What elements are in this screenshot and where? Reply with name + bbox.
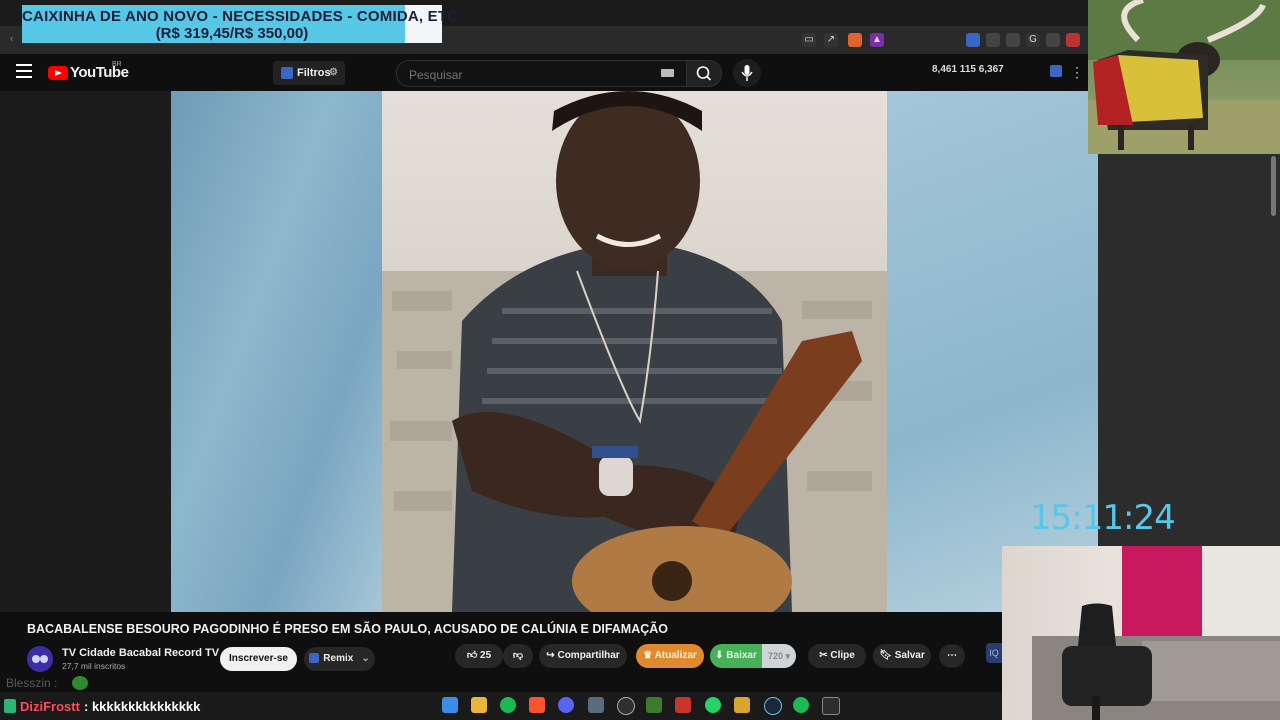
chat-text: : kkkkkkkkkkkkkkk (84, 699, 201, 714)
video-player[interactable] (171, 91, 1098, 612)
bull-illustration (1088, 0, 1280, 154)
brave-shields-icon[interactable] (848, 33, 862, 47)
iq-extension-icon[interactable] (1050, 65, 1062, 77)
spotify-icon[interactable] (500, 697, 516, 713)
like-button[interactable]: 👍︎ 25 (455, 644, 503, 668)
donation-title: CAIXINHA DE ANO NOVO - NECESSIDADES - CO… (22, 8, 463, 25)
calculator-icon[interactable] (588, 697, 604, 713)
extension-icon-4[interactable] (1046, 33, 1060, 47)
thumbs-down-icon: 👎︎ (512, 650, 524, 661)
download-icon: ⬇ (715, 650, 724, 661)
chat-badge-icon (4, 699, 16, 713)
youtube-logo-icon[interactable] (48, 66, 68, 80)
scissors-icon: ✂ (819, 650, 828, 661)
bookmark-icon: 🔖︎ (879, 650, 892, 661)
update-label: Atualizar (654, 650, 697, 661)
whatsapp-icon[interactable] (705, 697, 721, 713)
remix-icon (309, 653, 320, 664)
share-button[interactable]: ↪ Compartilhar (539, 644, 627, 668)
app-icon[interactable] (734, 697, 750, 713)
clip-button[interactable]: ✂ Clipe (808, 644, 866, 668)
obs-icon[interactable] (617, 697, 635, 715)
chat-user: Blesszin (6, 676, 51, 690)
search-box[interactable] (396, 60, 688, 88)
webcam-feed (1002, 546, 1280, 720)
brave-rewards-icon[interactable]: ▲ (870, 33, 884, 47)
donation-amount: (R$ 319,45/R$ 350,00) (155, 25, 309, 42)
filters-label: Filtros (297, 67, 331, 79)
chat-user: DiziFrostt (20, 699, 80, 714)
crown-icon: ♛ (643, 650, 653, 661)
man-with-guitar-image (382, 91, 887, 612)
save-button[interactable]: 🔖︎ Salvar (873, 644, 931, 668)
file-explorer-icon[interactable] (471, 697, 487, 713)
channel-logo-icon (32, 655, 48, 663)
video-frame-photo (382, 91, 887, 612)
stream-clock: 15:11:24 (1030, 498, 1176, 538)
filters-button[interactable]: Filtros ⚙ (273, 61, 345, 85)
thumbs-up-icon: 👍︎ (466, 650, 478, 661)
hamburger-icon[interactable] (16, 64, 32, 78)
subscribe-button[interactable]: Inscrever-se (220, 647, 297, 671)
video-blurred-bg-left (171, 91, 382, 612)
google-icon[interactable]: G (1026, 33, 1040, 47)
channel-avatar[interactable] (27, 646, 53, 672)
country-code: BR (112, 61, 122, 68)
steam-icon[interactable] (764, 697, 782, 715)
search-input[interactable] (407, 61, 651, 88)
chat-text: : (54, 676, 58, 690)
share-label: Compartilhar (557, 650, 620, 661)
more-dots-icon: ⋯ (947, 650, 957, 661)
tune-icon: ⚙ (329, 67, 338, 78)
channel-name[interactable]: TV Cidade Bacabal Record TV (62, 647, 219, 659)
keyboard-icon[interactable] (661, 69, 674, 77)
terminal-icon[interactable] (822, 697, 840, 715)
more-vertical-icon[interactable]: ⋮ (1070, 64, 1084, 81)
microphone-button[interactable] (733, 59, 761, 87)
page-side-panel (1098, 154, 1280, 546)
video-side-bg (0, 91, 171, 612)
chevron-down-icon: ⌄ (361, 653, 370, 664)
remix-button[interactable]: Remix ⌄ (304, 647, 375, 671)
download-label: Baixar (726, 650, 757, 661)
windows-start-icon[interactable] (442, 697, 458, 713)
more-actions-button[interactable]: ⋯ (939, 644, 965, 668)
channel-stats: 8,461 115 6,367 (932, 64, 1004, 75)
save-label: Salvar (894, 650, 925, 661)
clip-label: Clipe (830, 650, 855, 661)
download-button[interactable]: ⬇ Baixar (710, 644, 762, 668)
chat-emote-icon (72, 676, 88, 690)
update-button[interactable]: ♛ Atualizar (636, 644, 704, 668)
search-button[interactable] (686, 60, 722, 87)
video-title: BACABALENSE BESOURO PAGODINHO É PRESO EM… (27, 622, 669, 636)
extension-icon-1[interactable] (966, 33, 980, 47)
back-icon[interactable]: ‹ (10, 33, 14, 45)
dislike-button[interactable]: 👎︎ (503, 644, 533, 668)
iq-button[interactable]: IQ (986, 643, 1002, 663)
chat-message-1: Blesszin : (6, 676, 57, 690)
search-icon (696, 66, 712, 81)
discord-icon[interactable] (558, 697, 574, 713)
remix-label: Remix (323, 653, 354, 664)
bedroom-chair-image (1032, 546, 1280, 720)
nvidia-icon[interactable] (646, 697, 662, 713)
spotify-icon-2[interactable] (793, 697, 809, 713)
quality-select[interactable]: 720 ▾ (762, 644, 796, 668)
channel-subscribers: 27,7 mil inscritos (62, 661, 126, 671)
cast-icon[interactable]: ▭ (802, 33, 816, 47)
extension-icon-3[interactable] (1006, 33, 1020, 47)
share-arrow-icon: ↪ (546, 650, 555, 661)
extension-icon-5[interactable] (1066, 33, 1080, 47)
filter-extension-icon (281, 67, 293, 79)
like-count: 25 (480, 650, 492, 661)
microphone-icon (741, 65, 753, 81)
quality-label: 720 (767, 651, 783, 661)
brave-shield-icon[interactable] (675, 697, 691, 713)
bull-image (1088, 0, 1280, 154)
share-page-icon[interactable]: ↗ (824, 33, 838, 47)
extension-icon-2[interactable] (986, 33, 1000, 47)
brave-browser-icon[interactable] (529, 697, 545, 713)
scrollbar[interactable] (1271, 156, 1276, 216)
